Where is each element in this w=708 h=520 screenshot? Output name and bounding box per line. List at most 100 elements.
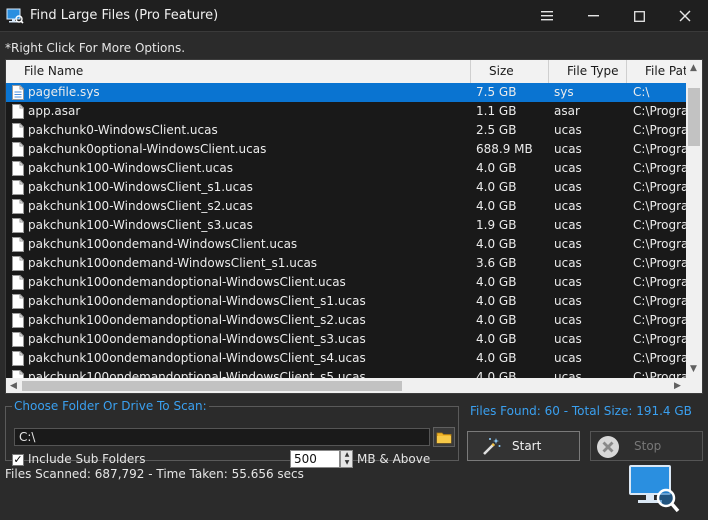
- scroll-up-icon[interactable]: ▲: [690, 63, 697, 73]
- browse-folder-button[interactable]: [433, 427, 455, 447]
- column-header-size[interactable]: Size: [471, 60, 549, 83]
- file-name: pakchunk100ondemandoptional-WindowsClien…: [28, 275, 346, 289]
- file-type: ucas: [554, 256, 582, 270]
- file-name: pakchunk100-WindowsClient_s1.ucas: [28, 180, 253, 194]
- file-type: ucas: [554, 161, 582, 175]
- file-path: C:\Program: [633, 237, 688, 251]
- file-name: pakchunk100ondemandoptional-WindowsClien…: [28, 351, 366, 365]
- column-header-file-name[interactable]: File Name: [6, 60, 471, 83]
- app-icon: [6, 8, 24, 24]
- folder-icon: [436, 432, 452, 444]
- close-icon[interactable]: [662, 0, 708, 32]
- file-path: C:\Program: [633, 180, 688, 194]
- right-click-hint: *Right Click For More Options.: [5, 41, 186, 55]
- file-icon: [12, 142, 24, 157]
- file-size: 3.6 GB: [476, 256, 517, 270]
- horizontal-scrollbar[interactable]: ◀ ▶: [6, 378, 688, 393]
- stop-button[interactable]: Stop: [590, 431, 703, 461]
- scroll-left-icon[interactable]: ◀: [10, 381, 17, 391]
- file-size: 1.9 GB: [476, 218, 517, 232]
- file-path: C:\Program: [633, 370, 688, 378]
- file-name: pakchunk0optional-WindowsClient.ucas: [28, 142, 267, 156]
- table-row[interactable]: pakchunk0optional-WindowsClient.ucas 688…: [6, 140, 688, 159]
- file-path: C:\Program: [633, 161, 688, 175]
- file-icon: [12, 237, 24, 252]
- scan-options-group: Choose Folder Or Drive To Scan: ✓ Includ…: [5, 399, 459, 468]
- file-name: pakchunk100ondemandoptional-WindowsClien…: [28, 313, 366, 327]
- column-header-file-type[interactable]: File Type: [549, 60, 627, 83]
- start-button[interactable]: Start: [467, 431, 580, 461]
- file-icon: [12, 85, 24, 100]
- file-type: ucas: [554, 294, 582, 308]
- magic-wand-icon: [483, 438, 501, 455]
- maximize-icon[interactable]: [616, 0, 662, 32]
- table-row[interactable]: pakchunk100ondemand-WindowsClient.ucas 4…: [6, 235, 688, 254]
- table-row[interactable]: app.asar 1.1 GB asar C:\Program: [6, 102, 688, 121]
- file-name: pakchunk100ondemandoptional-WindowsClien…: [28, 332, 366, 346]
- file-icon: [12, 104, 24, 119]
- table-row[interactable]: pakchunk100-WindowsClient_s1.ucas 4.0 GB…: [6, 178, 688, 197]
- file-name: pakchunk100ondemandoptional-WindowsClien…: [28, 370, 366, 378]
- hamburger-menu-icon[interactable]: [524, 0, 570, 32]
- file-list[interactable]: File Name Size File Type File Path pagef…: [5, 59, 703, 394]
- scroll-right-icon[interactable]: ▶: [674, 381, 681, 391]
- min-size-unit-label: MB & Above: [357, 452, 431, 466]
- scroll-down-icon[interactable]: ▼: [690, 364, 697, 374]
- table-row[interactable]: pakchunk100-WindowsClient_s3.ucas 1.9 GB…: [6, 216, 688, 235]
- include-subfolders-label: Include Sub Folders: [28, 452, 146, 466]
- table-row[interactable]: pagefile.sys 7.5 GB sys C:\: [6, 83, 688, 102]
- stop-x-icon: [597, 436, 619, 458]
- file-icon: [12, 218, 24, 233]
- file-size: 4.0 GB: [476, 294, 517, 308]
- minimize-icon[interactable]: [570, 0, 616, 32]
- spin-up-icon[interactable]: ▲: [342, 451, 352, 459]
- file-size: 4.0 GB: [476, 180, 517, 194]
- file-icon: [12, 180, 24, 195]
- file-path: C:\: [633, 85, 650, 99]
- file-type: ucas: [554, 351, 582, 365]
- file-size: 4.0 GB: [476, 199, 517, 213]
- file-size: 2.5 GB: [476, 123, 517, 137]
- file-icon: [12, 199, 24, 214]
- start-button-label: Start: [512, 439, 542, 453]
- vertical-scroll-thumb[interactable]: [688, 88, 700, 146]
- table-row[interactable]: pakchunk100-WindowsClient_s2.ucas 4.0 GB…: [6, 197, 688, 216]
- file-path: C:\Program: [633, 275, 688, 289]
- list-header: File Name Size File Type File Path: [6, 60, 697, 84]
- table-row[interactable]: pakchunk100ondemandoptional-WindowsClien…: [6, 349, 688, 368]
- file-type: ucas: [554, 370, 582, 378]
- file-icon: [12, 275, 24, 290]
- min-size-input[interactable]: [290, 450, 340, 468]
- table-row[interactable]: pakchunk100ondemandoptional-WindowsClien…: [6, 292, 688, 311]
- vertical-scrollbar[interactable]: ▲ ▼: [686, 60, 702, 378]
- file-size: 4.0 GB: [476, 237, 517, 251]
- file-icon: [12, 370, 24, 378]
- file-icon: [12, 256, 24, 271]
- include-subfolders-checkbox[interactable]: ✓: [12, 454, 24, 466]
- file-path: C:\Program: [633, 313, 688, 327]
- file-rows: pagefile.sys 7.5 GB sys C:\ app.asar 1.1…: [6, 83, 688, 378]
- min-size-stepper[interactable]: ▲ ▼: [340, 450, 353, 468]
- table-row[interactable]: pakchunk100ondemandoptional-WindowsClien…: [6, 330, 688, 349]
- file-type: ucas: [554, 332, 582, 346]
- file-path: C:\Program: [633, 142, 688, 156]
- file-name: pakchunk100-WindowsClient.ucas: [28, 161, 233, 175]
- table-row[interactable]: pakchunk100ondemandoptional-WindowsClien…: [6, 311, 688, 330]
- table-row[interactable]: pakchunk100ondemandoptional-WindowsClien…: [6, 368, 688, 378]
- file-path: C:\Program: [633, 218, 688, 232]
- table-row[interactable]: pakchunk0-WindowsClient.ucas 2.5 GB ucas…: [6, 121, 688, 140]
- table-row[interactable]: pakchunk100ondemand-WindowsClient_s1.uca…: [6, 254, 688, 273]
- file-icon: [12, 161, 24, 176]
- title-bar: Find Large Files (Pro Feature): [0, 0, 708, 32]
- spin-down-icon[interactable]: ▼: [342, 459, 352, 467]
- file-path: C:\Program: [633, 332, 688, 346]
- horizontal-scroll-thumb[interactable]: [22, 381, 402, 391]
- folder-path-input[interactable]: [14, 428, 430, 446]
- monitor-search-icon: [629, 465, 680, 513]
- file-size: 4.0 GB: [476, 275, 517, 289]
- window-title: Find Large Files (Pro Feature): [30, 8, 219, 23]
- table-row[interactable]: pakchunk100ondemandoptional-WindowsClien…: [6, 273, 688, 292]
- file-path: C:\Program: [633, 256, 688, 270]
- table-row[interactable]: pakchunk100-WindowsClient.ucas 4.0 GB uc…: [6, 159, 688, 178]
- file-type: ucas: [554, 199, 582, 213]
